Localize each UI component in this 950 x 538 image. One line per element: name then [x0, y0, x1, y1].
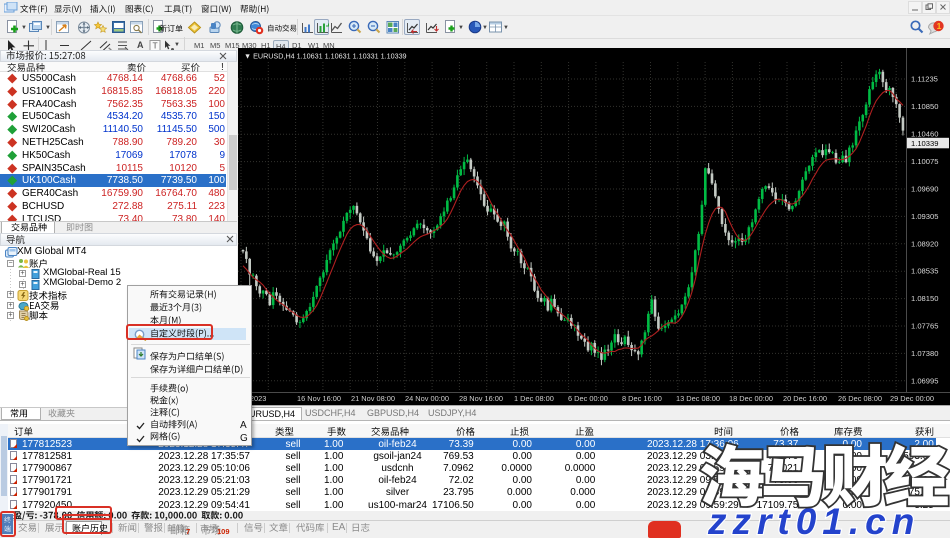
svg-text:28 Nov 16:00: 28 Nov 16:00 — [459, 394, 503, 403]
svg-text:1.10075: 1.10075 — [911, 157, 938, 166]
svg-text:▼ EURUSD,H4 1.10631 1.10631: ▼ EURUSD,H4 1.10631 1.10631 1.10331 1.10… — [244, 52, 407, 61]
svg-text:1.10460: 1.10460 — [911, 130, 938, 139]
svg-text:29 Dec 00:00: 29 Dec 00:00 — [890, 394, 934, 403]
svg-text:1.08920: 1.08920 — [911, 239, 938, 248]
svg-text:1.09305: 1.09305 — [911, 212, 938, 221]
svg-text:18 Dec 00:00: 18 Dec 00:00 — [729, 394, 773, 403]
svg-text:20 Dec 16:00: 20 Dec 16:00 — [783, 394, 827, 403]
svg-text:8 Dec 16:00: 8 Dec 16:00 — [622, 394, 662, 403]
svg-text:1.07380: 1.07380 — [911, 349, 938, 358]
svg-text:6 Dec 00:00: 6 Dec 00:00 — [568, 394, 608, 403]
svg-text:1 Dec 08:00: 1 Dec 08:00 — [514, 394, 554, 403]
svg-text:1.06995: 1.06995 — [911, 376, 938, 385]
svg-text:21 Nov 08:00: 21 Nov 08:00 — [351, 394, 395, 403]
svg-text:1.10339: 1.10339 — [911, 139, 938, 148]
svg-text:1.11235: 1.11235 — [911, 75, 938, 84]
svg-text:T: T — [153, 41, 158, 51]
svg-text:13 Dec 08:00: 13 Dec 08:00 — [676, 394, 720, 403]
svg-text:16 Nov 16:00: 16 Nov 16:00 — [297, 394, 341, 403]
svg-text:1.08535: 1.08535 — [911, 267, 938, 276]
svg-text:1.07765: 1.07765 — [911, 322, 938, 331]
svg-text:26 Dec 08:00: 26 Dec 08:00 — [838, 394, 882, 403]
svg-text:1.09690: 1.09690 — [911, 185, 938, 194]
svg-text:24 Nov 00:00: 24 Nov 00:00 — [405, 394, 449, 403]
svg-text:1.10850: 1.10850 — [911, 102, 938, 111]
svg-text:1.08150: 1.08150 — [911, 294, 938, 303]
svg-text:1: 1 — [937, 21, 942, 31]
